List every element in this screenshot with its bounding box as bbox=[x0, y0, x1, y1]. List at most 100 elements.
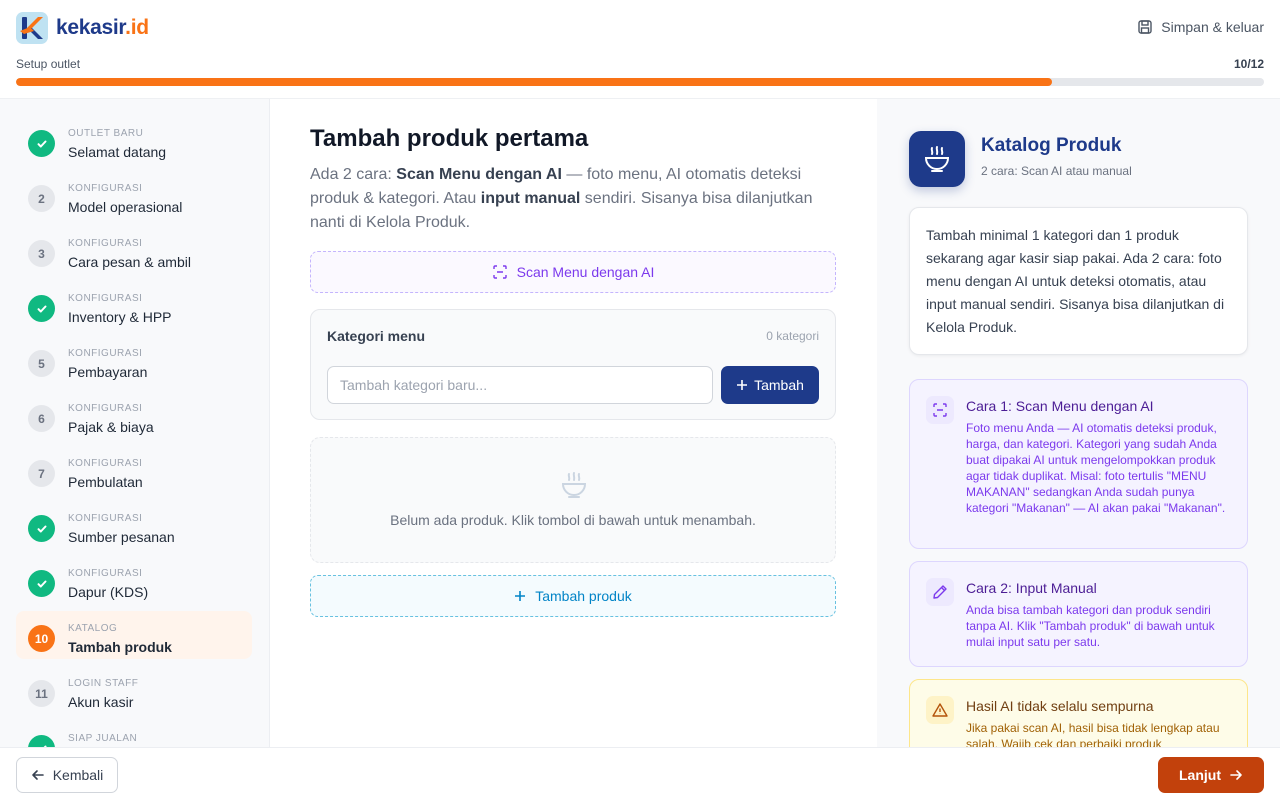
page-title: Tambah produk pertama bbox=[310, 125, 589, 152]
step-category: KONFIGURASI bbox=[68, 238, 143, 249]
tip-title: Cara 2: Input Manual bbox=[966, 580, 1097, 596]
brand-name: kekasir.id bbox=[56, 16, 149, 40]
scan-icon bbox=[492, 265, 507, 279]
step-number: 5 bbox=[28, 350, 55, 377]
scan-icon bbox=[926, 396, 954, 424]
desc-part-1: Ada 2 cara: bbox=[310, 166, 397, 183]
step-item[interactable]: KONFIGURASI Sumber pesanan bbox=[16, 501, 252, 549]
warning-icon bbox=[926, 696, 954, 724]
category-title: Kategori menu bbox=[327, 328, 426, 344]
brand-logo[interactable]: kekasir.id bbox=[16, 12, 149, 44]
step-category: KONFIGURASI bbox=[68, 513, 143, 524]
tip-body: Jika pakai scan AI, hasil bisa tidak len… bbox=[966, 721, 1220, 747]
step-category: KONFIGURASI bbox=[68, 348, 143, 359]
back-button[interactable]: Kembali bbox=[16, 757, 118, 793]
save-exit-button[interactable]: Simpan & keluar bbox=[1137, 19, 1264, 35]
step-category: LOGIN STAFF bbox=[68, 678, 139, 689]
tip-manual-input: Cara 2: Input Manual Anda bisa tambah ka… bbox=[909, 561, 1248, 667]
save-exit-label: Simpan & keluar bbox=[1161, 19, 1264, 35]
step-number: 7 bbox=[28, 460, 55, 487]
setup-progress-count: 10/12 bbox=[1233, 57, 1264, 71]
step-number: 6 bbox=[28, 405, 55, 432]
step-name: Inventory & HPP bbox=[68, 309, 172, 325]
step-item[interactable]: 6 KONFIGURASI Pajak & biaya bbox=[16, 391, 252, 439]
pencil-icon bbox=[926, 578, 954, 606]
step-item[interactable]: KONFIGURASI Inventory & HPP bbox=[16, 281, 252, 329]
step-name: Selamat datang bbox=[68, 144, 167, 160]
scan-menu-ai-label: Scan Menu dengan AI bbox=[516, 264, 655, 280]
scan-menu-ai-button[interactable]: Scan Menu dengan AI bbox=[310, 251, 836, 293]
plus-icon bbox=[515, 591, 526, 601]
step-number: 10 bbox=[28, 625, 55, 652]
step-category: KONFIGURASI bbox=[68, 458, 143, 469]
main-content: Tambah produk pertama Ada 2 cara: Scan M… bbox=[271, 99, 876, 747]
setup-label: Setup outlet bbox=[16, 57, 81, 71]
tip-ai-warning: Hasil AI tidak selalu sempurna Jika paka… bbox=[909, 679, 1248, 747]
desc-bold-scan: Scan Menu dengan AI bbox=[396, 166, 562, 183]
step-name: Tambah produk bbox=[68, 639, 172, 655]
check-icon bbox=[28, 515, 55, 542]
step-category: KONFIGURASI bbox=[68, 568, 143, 579]
step-name: Dapur (KDS) bbox=[68, 584, 149, 600]
next-button[interactable]: Lanjut bbox=[1158, 757, 1264, 793]
setup-progress-bar bbox=[16, 78, 1264, 86]
arrow-left-icon bbox=[31, 770, 44, 780]
check-icon bbox=[28, 295, 55, 322]
plus-icon bbox=[737, 380, 748, 390]
step-item[interactable]: 10 KATALOG Tambah produk bbox=[16, 611, 252, 659]
category-count: 0 kategori bbox=[766, 329, 819, 343]
step-name: Akun kasir bbox=[68, 694, 134, 710]
page-description: Ada 2 cara: Scan Menu dengan AI — foto m… bbox=[310, 163, 835, 235]
step-category: KONFIGURASI bbox=[68, 183, 143, 194]
panel-subtitle: 2 cara: Scan AI atau manual bbox=[981, 164, 1132, 178]
desc-bold-manual: input manual bbox=[480, 190, 581, 207]
back-label: Kembali bbox=[52, 767, 104, 783]
step-category: KATALOG bbox=[68, 623, 118, 634]
add-category-label: Tambah bbox=[754, 377, 804, 393]
step-name: Sumber pesanan bbox=[68, 529, 175, 545]
help-panel: Katalog Produk 2 cara: Scan AI atau manu… bbox=[877, 99, 1280, 747]
steps-sidebar: OUTLET BARU Selamat datang 2 KONFIGURASI Mod… bbox=[0, 99, 270, 747]
step-number: 11 bbox=[28, 680, 55, 707]
add-category-button[interactable]: Tambah bbox=[721, 366, 819, 404]
check-icon bbox=[28, 570, 55, 597]
logo-icon bbox=[16, 12, 48, 44]
check-icon bbox=[28, 735, 55, 747]
panel-title: Katalog Produk bbox=[981, 135, 1122, 156]
step-item[interactable]: KONFIGURASI Dapur (KDS) bbox=[16, 556, 252, 604]
brand-name-suffix: .id bbox=[125, 16, 149, 39]
step-item[interactable]: 7 KONFIGURASI Pembulatan bbox=[16, 446, 252, 494]
step-item[interactable]: 11 LOGIN STAFF Akun kasir bbox=[16, 666, 252, 714]
step-category: KONFIGURASI bbox=[68, 403, 143, 414]
setup-progress-fill bbox=[16, 78, 1052, 86]
catalog-bowl-icon bbox=[909, 131, 965, 187]
tip-title: Cara 1: Scan Menu dengan AI bbox=[966, 398, 1154, 414]
step-item[interactable]: SIAP JUALAN bbox=[16, 721, 252, 747]
step-number: 2 bbox=[28, 185, 55, 212]
arrow-right-icon bbox=[1230, 770, 1242, 780]
brand-name-main: kekasir bbox=[56, 16, 126, 39]
save-icon bbox=[1138, 20, 1152, 34]
step-number: 3 bbox=[28, 240, 55, 267]
empty-products-text: Belum ada produk. Klik tombol di bawah u… bbox=[390, 512, 756, 528]
step-name: Pembulatan bbox=[68, 474, 143, 490]
step-category: KONFIGURASI bbox=[68, 293, 143, 304]
step-name: Pajak & biaya bbox=[68, 419, 154, 435]
step-item[interactable]: OUTLET BARU Selamat datang bbox=[16, 116, 252, 164]
new-category-input[interactable] bbox=[327, 366, 713, 404]
step-category: SIAP JUALAN bbox=[68, 733, 138, 744]
header: kekasir.id Simpan & keluar Setup outlet … bbox=[0, 0, 1280, 99]
panel-info-card: Tambah minimal 1 kategori dan 1 produk s… bbox=[909, 207, 1248, 355]
step-item[interactable]: 5 KONFIGURASI Pembayaran bbox=[16, 336, 252, 384]
add-product-button[interactable]: Tambah produk bbox=[310, 575, 836, 617]
tip-body: Foto menu Anda — AI otomatis deteksi pro… bbox=[966, 421, 1226, 515]
step-item[interactable]: 2 KONFIGURASI Model operasional bbox=[16, 171, 252, 219]
footer-bar: Kembali Lanjut bbox=[0, 747, 1280, 800]
tip-title: Hasil AI tidak selalu sempurna bbox=[966, 698, 1154, 714]
step-item[interactable]: 3 KONFIGURASI Cara pesan & ambil bbox=[16, 226, 252, 274]
tip-scan-ai: Cara 1: Scan Menu dengan AI Foto menu An… bbox=[909, 379, 1248, 549]
category-card: Kategori menu 0 kategori Tambah bbox=[310, 309, 836, 420]
empty-products-card: Belum ada produk. Klik tombol di bawah u… bbox=[310, 437, 836, 563]
add-product-label: Tambah produk bbox=[535, 588, 632, 604]
next-label: Lanjut bbox=[1179, 767, 1221, 783]
